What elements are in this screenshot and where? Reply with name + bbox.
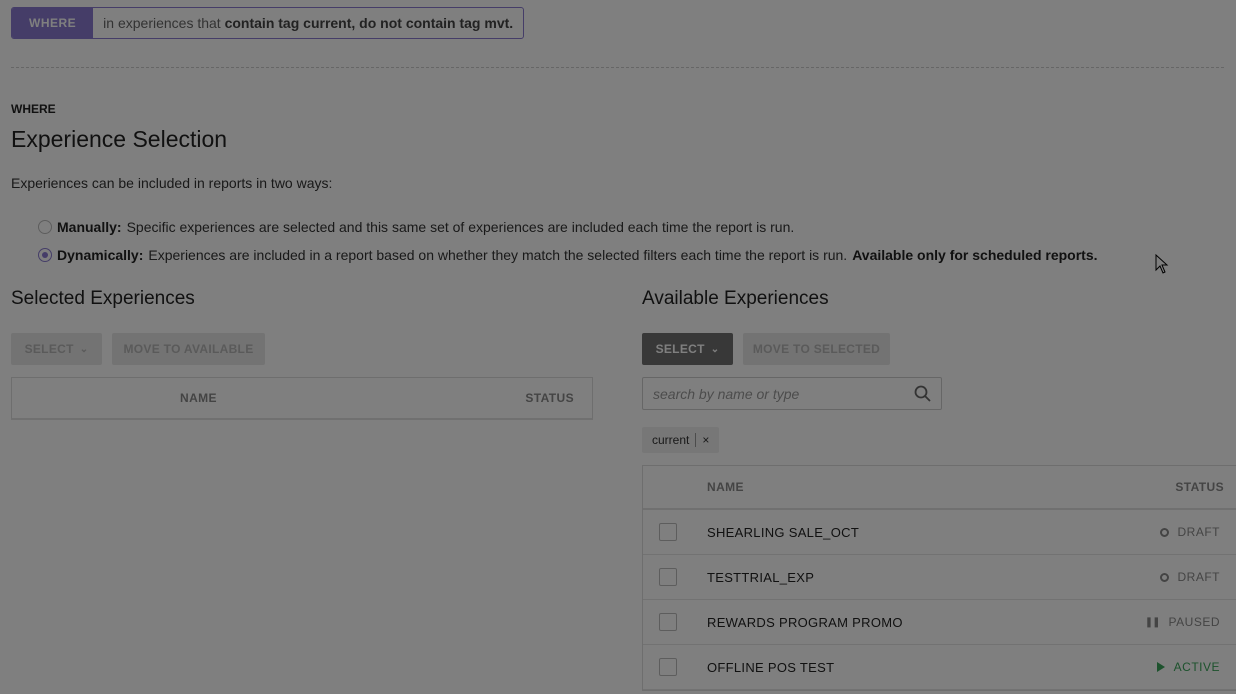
row-checkbox[interactable]	[659, 613, 677, 631]
available-table: NAME STATUS SHEARLING SALE_OCT DRAFT TES…	[642, 465, 1236, 691]
row-checkbox[interactable]	[659, 523, 677, 541]
section-divider	[11, 67, 1224, 68]
table-row[interactable]: TESTTRIAL_EXP DRAFT	[643, 555, 1236, 600]
where-tag: WHERE	[12, 8, 94, 38]
status-badge: DRAFT	[1159, 570, 1221, 584]
intro-text: Experiences can be included in reports i…	[11, 175, 333, 191]
move-to-available-button[interactable]: MOVE TO AVAILABLE	[112, 333, 265, 365]
filter-summary-bar[interactable]: WHERE in experiences that contain tag cu…	[11, 7, 525, 39]
chevron-down-icon: ⌄	[710, 343, 720, 355]
available-select-button[interactable]: SELECT ⌄	[642, 333, 733, 365]
status-badge: ❚❚ PAUSED	[1145, 615, 1220, 629]
pause-icon: ❚❚	[1144, 616, 1161, 628]
status-text: DRAFT	[1177, 525, 1220, 539]
table-row[interactable]: REWARDS PROGRAM PROMO ❚❚ PAUSED	[643, 600, 1236, 645]
radio-dynamic-note: Available only for scheduled reports.	[852, 247, 1098, 263]
section-label: WHERE	[11, 102, 56, 116]
radio-option-dynamic[interactable]: Dynamically: Experiences are included in…	[38, 247, 1098, 263]
status-badge: DRAFT	[1159, 525, 1221, 539]
radio-dynamic-label: Dynamically:	[57, 247, 144, 263]
filter-summary-prefix: in experiences that	[103, 15, 221, 31]
selected-col-status[interactable]: STATUS	[525, 391, 574, 405]
page-title: Experience Selection	[11, 126, 228, 152]
radio-button-manual[interactable]	[38, 220, 52, 234]
chip-label: current	[652, 433, 690, 447]
chip-remove-icon[interactable]: ×	[702, 433, 709, 447]
filter-chip-current: current ×	[642, 427, 720, 453]
selected-select-label: SELECT	[24, 342, 74, 356]
radio-manual-label: Manually:	[57, 219, 122, 235]
radio-manual-text: Specific experiences are selected and th…	[126, 219, 795, 235]
move-to-selected-button[interactable]: MOVE TO SELECTED	[743, 333, 890, 365]
radio-dynamic-text: Experiences are included in a report bas…	[148, 247, 848, 263]
row-name: TESTTRIAL_EXP	[707, 569, 815, 585]
available-experiences-title: Available Experiences	[642, 288, 829, 309]
search-placeholder: search by name or type	[653, 385, 800, 402]
selected-experiences-title: Selected Experiences	[11, 288, 195, 309]
chip-separator	[695, 433, 697, 447]
row-name: REWARDS PROGRAM PROMO	[707, 614, 903, 630]
mouse-cursor-icon	[1155, 254, 1169, 274]
selected-select-button[interactable]: SELECT ⌄	[11, 333, 102, 365]
status-text: PAUSED	[1168, 615, 1220, 629]
play-icon	[1156, 662, 1165, 672]
row-name: OFFLINE POS TEST	[707, 659, 835, 675]
selected-col-name[interactable]: NAME	[180, 391, 217, 405]
table-row[interactable]: SHEARLING SALE_OCT DRAFT	[643, 510, 1236, 555]
available-select-label: SELECT	[655, 342, 705, 356]
status-text: ACTIVE	[1173, 660, 1220, 674]
row-name: SHEARLING SALE_OCT	[707, 524, 860, 540]
draft-circle-icon	[1159, 527, 1169, 537]
radio-option-manual[interactable]: Manually: Specific experiences are selec…	[38, 219, 794, 235]
filter-summary-condition: contain tag current, do not contain tag …	[224, 15, 514, 31]
draft-circle-icon	[1159, 572, 1169, 582]
row-checkbox[interactable]	[659, 568, 677, 586]
search-input[interactable]: search by name or type	[642, 377, 942, 410]
row-checkbox[interactable]	[659, 658, 677, 676]
radio-button-dynamic[interactable]	[38, 248, 52, 262]
filter-summary-text: in experiences that contain tag current,…	[93, 8, 523, 38]
available-col-name[interactable]: NAME	[707, 480, 1175, 494]
status-text: DRAFT	[1177, 570, 1220, 584]
search-icon[interactable]	[914, 385, 931, 402]
available-col-status[interactable]: STATUS	[1175, 480, 1224, 494]
table-row[interactable]: OFFLINE POS TEST ACTIVE	[643, 645, 1236, 690]
status-badge: ACTIVE	[1156, 660, 1220, 674]
chevron-down-icon: ⌄	[79, 343, 89, 355]
available-table-header: NAME STATUS	[643, 466, 1236, 510]
selected-table-header: NAME STATUS	[11, 377, 593, 420]
